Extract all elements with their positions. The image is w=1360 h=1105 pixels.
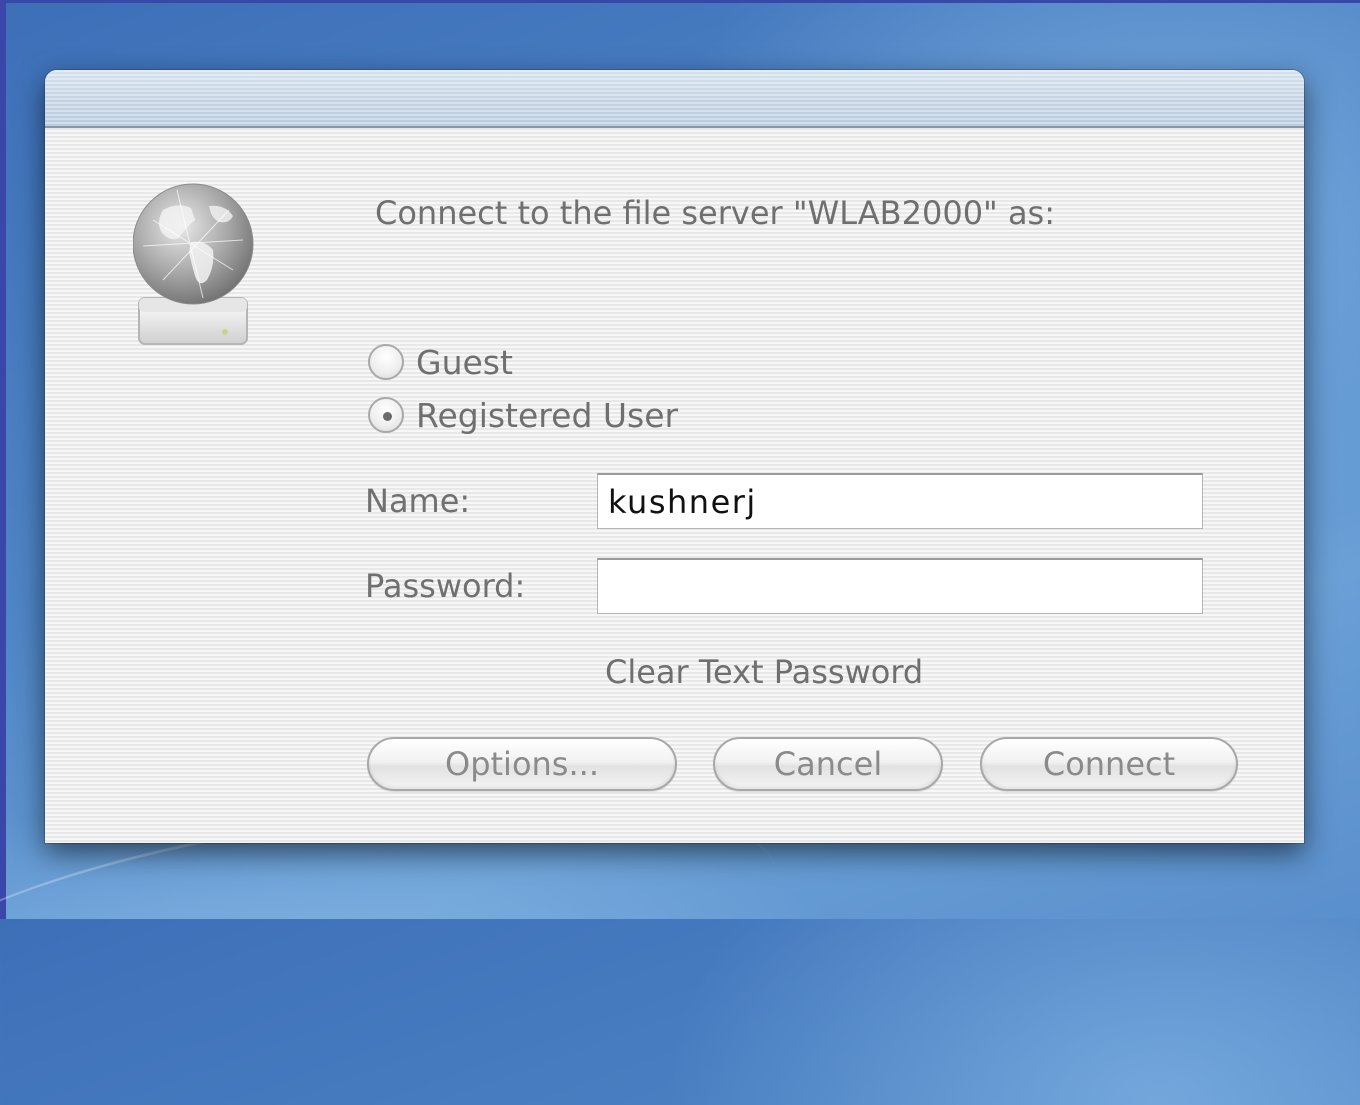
connect-to-server-dialog: Connect to the file server "WLAB2000" as… <box>45 70 1304 843</box>
name-label: Name: <box>365 482 471 520</box>
options-button[interactable]: Options... <box>367 737 677 791</box>
password-label: Password: <box>365 567 526 605</box>
dialog-title-bar[interactable] <box>45 70 1304 128</box>
password-field[interactable] <box>597 558 1203 614</box>
registered-user-radio-button[interactable] <box>368 397 404 433</box>
name-field[interactable] <box>597 473 1203 529</box>
guest-radio-label[interactable]: Guest <box>416 343 513 382</box>
registered-user-radio-option[interactable]: Registered User <box>368 393 678 437</box>
desktop-edge-top <box>0 0 1360 3</box>
registered-user-radio-label[interactable]: Registered User <box>416 396 678 435</box>
cancel-button[interactable]: Cancel <box>713 737 943 791</box>
clear-text-password-note: Clear Text Password <box>605 653 924 691</box>
guest-radio-button[interactable] <box>368 344 404 380</box>
desktop-edge <box>0 0 6 919</box>
guest-radio-option[interactable]: Guest <box>368 340 513 384</box>
file-server-globe-icon <box>132 180 258 350</box>
connect-prompt: Connect to the file server "WLAB2000" as… <box>375 194 1055 232</box>
connect-button[interactable]: Connect <box>980 737 1238 791</box>
